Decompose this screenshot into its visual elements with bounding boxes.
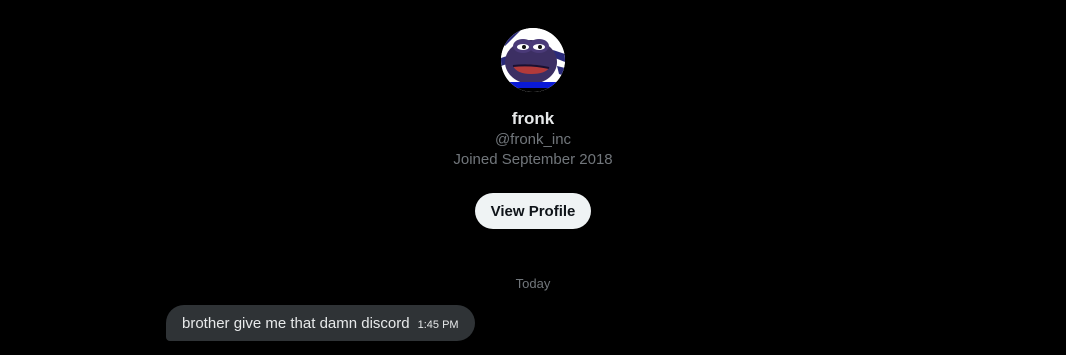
avatar[interactable] xyxy=(501,28,565,92)
user-handle: @fronk_inc xyxy=(494,131,572,148)
dm-conversation-view: fronk @fronk_inc Joined September 2018 V… xyxy=(0,0,1066,355)
message-text: brother give me that damn discord xyxy=(182,314,410,332)
message-timestamp: 1:45 PM xyxy=(417,319,459,331)
day-divider: Today xyxy=(515,276,551,291)
joined-date: Joined September 2018 xyxy=(453,151,613,168)
view-profile-button[interactable]: View Profile xyxy=(474,193,592,229)
pepe-frog-avatar-icon xyxy=(501,28,565,92)
display-name: fronk xyxy=(511,109,555,128)
profile-summary: fronk @fronk_inc Joined September 2018 V… xyxy=(0,28,1066,229)
message-bubble[interactable]: brother give me that damn discord 1:45 P… xyxy=(166,305,475,341)
